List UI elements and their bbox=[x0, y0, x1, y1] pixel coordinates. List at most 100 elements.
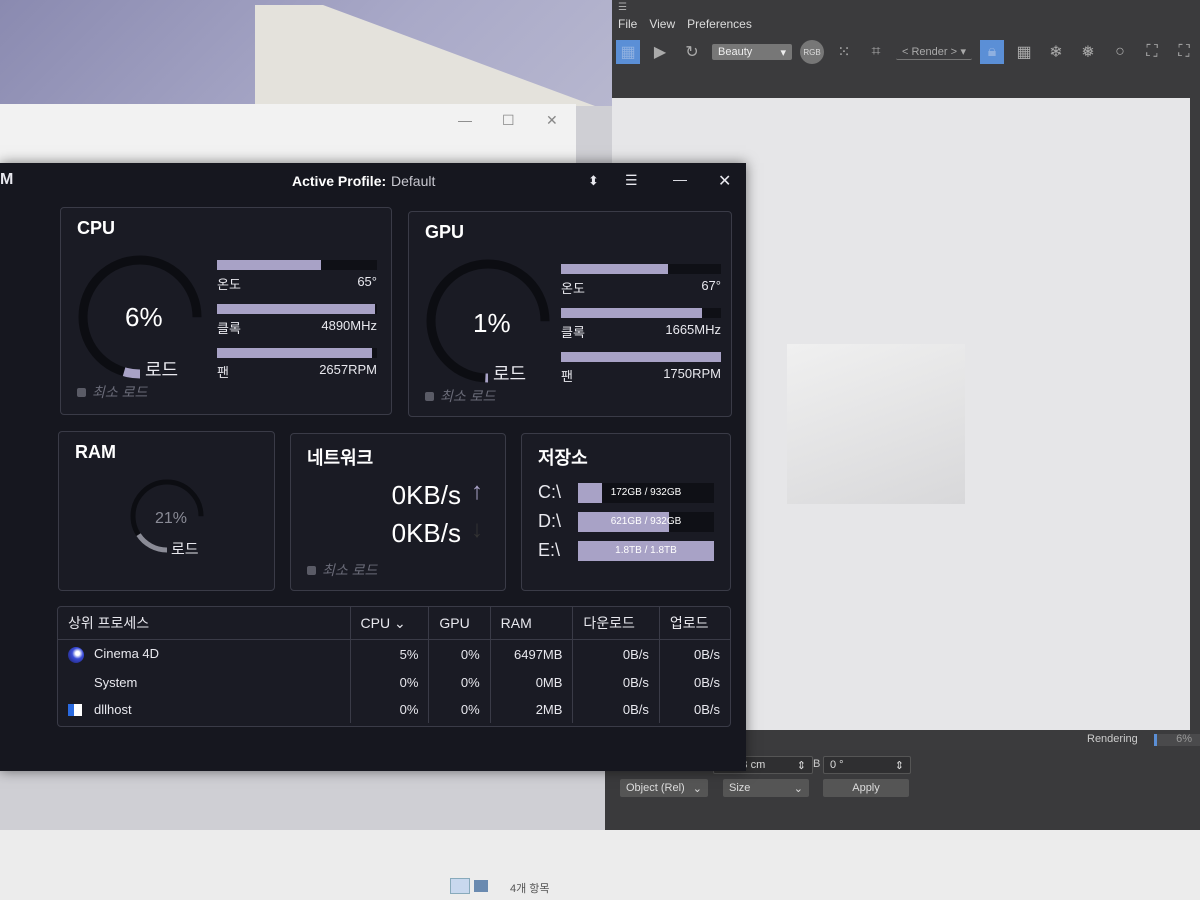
3d-viewport-background bbox=[0, 0, 612, 106]
dllhost-icon bbox=[68, 704, 82, 717]
snowflake-icon[interactable]: ❄ bbox=[1044, 40, 1068, 64]
mode-select[interactable]: Object (Rel) ⌄ bbox=[620, 779, 708, 797]
min-load-toggle[interactable]: 최소 로드 bbox=[425, 386, 495, 406]
stat-0: 온도 67° bbox=[561, 264, 721, 297]
minimize-icon[interactable]: — bbox=[673, 171, 687, 187]
close-button[interactable]: ✕ bbox=[546, 112, 558, 129]
close-icon[interactable]: ✕ bbox=[718, 171, 731, 191]
drive-row: D:\ 621GB / 932GB bbox=[538, 511, 714, 532]
table-row[interactable]: dllhost 0% 0% 2MB 0B/s 0B/s bbox=[58, 695, 730, 723]
menu-bar: File View Preferences bbox=[618, 17, 752, 31]
table-cell: Cinema 4D bbox=[58, 639, 351, 669]
b-field[interactable]: 0 ° ⇕ bbox=[823, 756, 911, 774]
rendering-label: Rendering bbox=[1087, 733, 1138, 745]
refresh-icon[interactable]: ↻ bbox=[680, 40, 704, 64]
rendered-image-tile bbox=[787, 344, 965, 504]
checkbox-icon bbox=[425, 391, 434, 401]
item-count: 4개 항목 bbox=[510, 883, 550, 895]
clapper-icon[interactable]: ▦ bbox=[616, 40, 640, 64]
column-header[interactable]: 다운로드 bbox=[572, 607, 660, 640]
stat-2: 팬 2657RPM bbox=[217, 348, 377, 381]
drive-row: C:\ 172GB / 932GB bbox=[538, 482, 714, 503]
rgb-button[interactable]: RGB bbox=[800, 40, 824, 64]
drive-letter: E:\ bbox=[538, 540, 561, 560]
minimize-button[interactable]: — bbox=[458, 112, 472, 128]
circle-icon[interactable]: ○ bbox=[1108, 40, 1132, 64]
stat-label: 온도 bbox=[561, 281, 585, 296]
details-view-icon[interactable] bbox=[450, 878, 470, 894]
focus-icon[interactable]: ⛶ bbox=[1140, 40, 1164, 64]
stat-value: 67° bbox=[701, 278, 721, 293]
table-row[interactable]: System 0% 0% 0MB 0B/s 0B/s bbox=[58, 668, 730, 696]
chevron-down-icon: ⌄ bbox=[793, 782, 803, 795]
table-cell: 0B/s bbox=[693, 646, 720, 662]
drive-usage: 1.8TB / 1.8TB bbox=[615, 545, 677, 556]
column-header[interactable]: CPU ⌄ bbox=[350, 607, 430, 640]
stat-bar bbox=[561, 308, 721, 318]
column-header[interactable]: GPU bbox=[428, 607, 491, 640]
crop-icon[interactable]: ⌗ bbox=[864, 40, 888, 64]
snowflake-g-icon[interactable]: ❅ bbox=[1076, 40, 1100, 64]
table-row[interactable]: Cinema 4D 5% 0% 6497MB 0B/s 0B/s bbox=[58, 639, 730, 669]
menu-list-icon[interactable]: ☰ bbox=[625, 172, 638, 189]
arrow-up-icon: ↑ bbox=[471, 478, 483, 505]
apply-button[interactable]: Apply bbox=[823, 779, 909, 797]
drive-row: E:\ 1.8TB / 1.8TB bbox=[538, 540, 714, 561]
ram-panel: RAM 21% 로드 bbox=[58, 431, 275, 591]
menu-file[interactable]: File bbox=[618, 17, 637, 31]
drive-letter: D:\ bbox=[538, 511, 562, 531]
network-panel: 네트워크 0KB/s ↑ 0KB/s ↓ 최소 로드 bbox=[290, 433, 506, 591]
stat-1: 클록 1665MHz bbox=[561, 308, 721, 341]
table-cell: 0% bbox=[350, 668, 430, 696]
gpu-load-value: 1% bbox=[473, 308, 511, 338]
table-cell: System bbox=[58, 668, 351, 696]
render-progress-bar: 6% bbox=[1154, 733, 1200, 746]
stat-bar bbox=[217, 304, 377, 314]
lock-icon[interactable]: 🔒︎ bbox=[980, 40, 1004, 64]
thumbnail-view-icon[interactable] bbox=[474, 880, 488, 892]
drive-list: C:\ 172GB / 932GB D:\ 621GB / 932GB E:\ 1.8TB… bbox=[538, 482, 714, 569]
active-profile-label: Active Profile: bbox=[292, 173, 387, 189]
maximize-button[interactable]: ☐ bbox=[502, 112, 515, 129]
stepper-icon[interactable]: ⇕ bbox=[797, 759, 806, 772]
table-cell: 2MB bbox=[490, 695, 574, 723]
pass-select[interactable]: Beauty ▾ bbox=[712, 44, 792, 60]
stat-label: 팬 bbox=[561, 369, 573, 384]
stat-label: 팬 bbox=[217, 365, 229, 380]
app-title: M bbox=[0, 171, 14, 188]
active-profile-value[interactable]: Default bbox=[391, 173, 435, 189]
storage-panel: 저장소 C:\ 172GB / 932GB D:\ 621GB / 932GB E:\ 1… bbox=[521, 433, 731, 591]
network-title: 네트워크 bbox=[307, 448, 374, 468]
checkbox-icon bbox=[307, 565, 316, 575]
cpu-load-value: 6% bbox=[125, 302, 163, 332]
stat-bar bbox=[217, 260, 377, 270]
column-header[interactable]: 상위 프로세스 bbox=[58, 607, 351, 640]
grid-icon[interactable]: ▦ bbox=[1012, 40, 1036, 64]
download-speed: 0KB/s bbox=[391, 518, 461, 548]
grid-dots-icon[interactable]: ⁙ bbox=[832, 40, 856, 64]
stat-1: 클록 4890MHz bbox=[217, 304, 377, 337]
drive-usage-bar: 621GB / 932GB bbox=[578, 511, 714, 532]
table-cell: 0B/s bbox=[693, 701, 720, 717]
b-label: B bbox=[813, 758, 821, 770]
cpu-panel: CPU 6% 로드 최소 로드 온도 65° 클록 4890MHz 팬 2657RPM bbox=[60, 207, 392, 415]
stat-value: 1665MHz bbox=[665, 322, 721, 337]
menu-preferences[interactable]: Preferences bbox=[687, 17, 752, 31]
sort-arrows-icon[interactable]: ⬍ bbox=[588, 173, 599, 189]
menu-view[interactable]: View bbox=[649, 17, 675, 31]
stat-label: 클록 bbox=[217, 321, 241, 336]
min-load-toggle[interactable]: 최소 로드 bbox=[307, 560, 377, 580]
region-select[interactable]: < Render > ▾ bbox=[896, 44, 972, 60]
play-icon[interactable]: ▶ bbox=[648, 40, 672, 64]
stat-value: 4890MHz bbox=[321, 318, 377, 333]
hamburger-icon[interactable]: ☰ bbox=[618, 2, 627, 13]
load-label: 로드 bbox=[171, 541, 199, 558]
gpu-panel: GPU 1% 로드 최소 로드 온도 67° 클록 1665MHz 팬 1750RPM bbox=[408, 211, 732, 417]
min-load-toggle[interactable]: 최소 로드 bbox=[77, 382, 147, 402]
fullscreen-icon[interactable]: ⛶ bbox=[1172, 40, 1196, 64]
column-header[interactable]: 업로드 bbox=[659, 607, 730, 640]
column-header[interactable]: RAM bbox=[490, 607, 574, 640]
stat-value: 65° bbox=[357, 274, 377, 289]
stepper-icon[interactable]: ⇕ bbox=[895, 759, 904, 772]
size-select[interactable]: Size ⌄ bbox=[723, 779, 809, 797]
